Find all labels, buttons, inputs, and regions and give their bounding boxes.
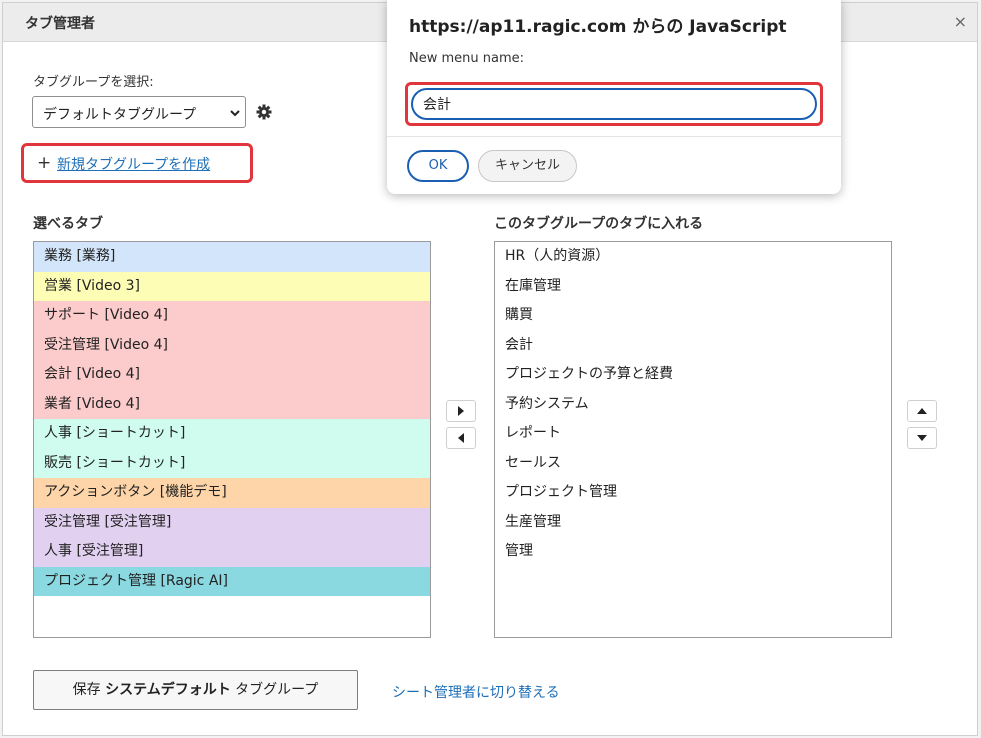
arrow-right-icon — [458, 406, 464, 416]
move-up-button[interactable] — [907, 400, 937, 422]
move-left-button[interactable] — [446, 427, 476, 449]
available-tab-item[interactable]: 業務 [業務] — [34, 242, 430, 272]
save-system-default-button[interactable]: 保存 システムデフォルト タブグループ — [33, 670, 358, 710]
included-tab-item[interactable]: HR（人的資源） — [495, 242, 891, 272]
prompt-title: https://ap11.ragic.com からの JavaScript — [409, 17, 787, 37]
arrow-up-icon — [917, 408, 927, 414]
available-tab-item[interactable]: 会計 [Video 4] — [34, 360, 430, 390]
close-icon[interactable]: × — [954, 12, 967, 31]
ok-button[interactable]: OK — [407, 150, 469, 182]
included-tab-item[interactable]: レポート — [495, 419, 891, 449]
move-right-button[interactable] — [446, 400, 476, 422]
tab-group-select-value: デフォルトタブグループ — [43, 107, 197, 123]
included-tab-item[interactable]: 購買 — [495, 301, 891, 331]
tab-group-select-label: タブグループを選択: — [33, 75, 154, 90]
save-suffix: タブグループ — [235, 682, 319, 698]
included-tabs-title: このタブグループのタブに入れる — [494, 216, 704, 232]
included-tab-item[interactable]: 会計 — [495, 331, 891, 361]
dialog-title: タブ管理者 — [25, 16, 95, 32]
gear-icon[interactable] — [256, 104, 272, 120]
menu-name-input[interactable] — [411, 88, 817, 120]
included-tabs-list[interactable]: HR（人的資源） 在庫管理 購買 会計 プロジェクトの予算と経費 予約システム レポート セー… — [494, 241, 892, 638]
included-tab-item[interactable]: 予約システム — [495, 390, 891, 420]
available-tabs-title: 選べるタブ — [33, 216, 103, 232]
available-tab-item[interactable]: アクションボタン [機能デモ] — [34, 478, 430, 508]
included-tab-item[interactable]: セールス — [495, 449, 891, 479]
available-tab-item[interactable]: 業者 [Video 4] — [34, 389, 430, 419]
javascript-prompt-dialog: https://ap11.ragic.com からの JavaScript Ne… — [387, 0, 841, 194]
switch-to-sheet-manager-link[interactable]: シート管理者に切り替える — [392, 682, 560, 702]
included-tab-item[interactable]: 生産管理 — [495, 508, 891, 538]
available-tabs-list[interactable]: 業務 [業務] 営業 [Video 3] サポート [Video 4] 受注管理 [V… — [33, 241, 431, 638]
included-tab-item[interactable]: プロジェクト管理 — [495, 478, 891, 508]
prompt-message: New menu name: — [409, 51, 525, 66]
available-tab-item[interactable]: 人事 [ショートカット] — [34, 419, 430, 449]
included-tab-item[interactable]: 管理 — [495, 537, 891, 567]
available-tab-item[interactable]: 受注管理 [Video 4] — [34, 330, 430, 360]
arrow-down-icon — [917, 435, 927, 441]
available-tab-item[interactable]: 販売 [ショートカット] — [34, 448, 430, 478]
available-tab-item[interactable]: 営業 [Video 3] — [34, 271, 430, 301]
save-prefix: 保存 — [72, 682, 101, 698]
prompt-divider — [387, 136, 841, 137]
available-tab-item[interactable]: サポート [Video 4] — [34, 301, 430, 331]
tab-group-select[interactable]: デフォルトタブグループ — [32, 96, 246, 128]
create-tab-group-link[interactable]: 新規タブグループを作成 — [57, 154, 210, 174]
create-tab-group-highlight: + 新規タブグループを作成 — [21, 143, 253, 183]
included-tab-item[interactable]: 在庫管理 — [495, 272, 891, 302]
arrow-left-icon — [458, 433, 464, 443]
save-bold-text: システムデフォルト — [105, 682, 231, 698]
cancel-button[interactable]: キャンセル — [478, 150, 577, 182]
plus-icon[interactable]: + — [37, 153, 51, 173]
included-tab-item[interactable]: プロジェクトの予算と経費 — [495, 360, 891, 390]
available-tab-item[interactable]: 人事 [受注管理] — [34, 537, 430, 567]
available-tab-item[interactable]: プロジェクト管理 [Ragic AI] — [34, 566, 430, 596]
prompt-input-highlight — [405, 82, 823, 126]
move-down-button[interactable] — [907, 427, 937, 449]
available-tab-item[interactable]: 受注管理 [受注管理] — [34, 507, 430, 537]
chevron-down-icon — [230, 110, 240, 117]
